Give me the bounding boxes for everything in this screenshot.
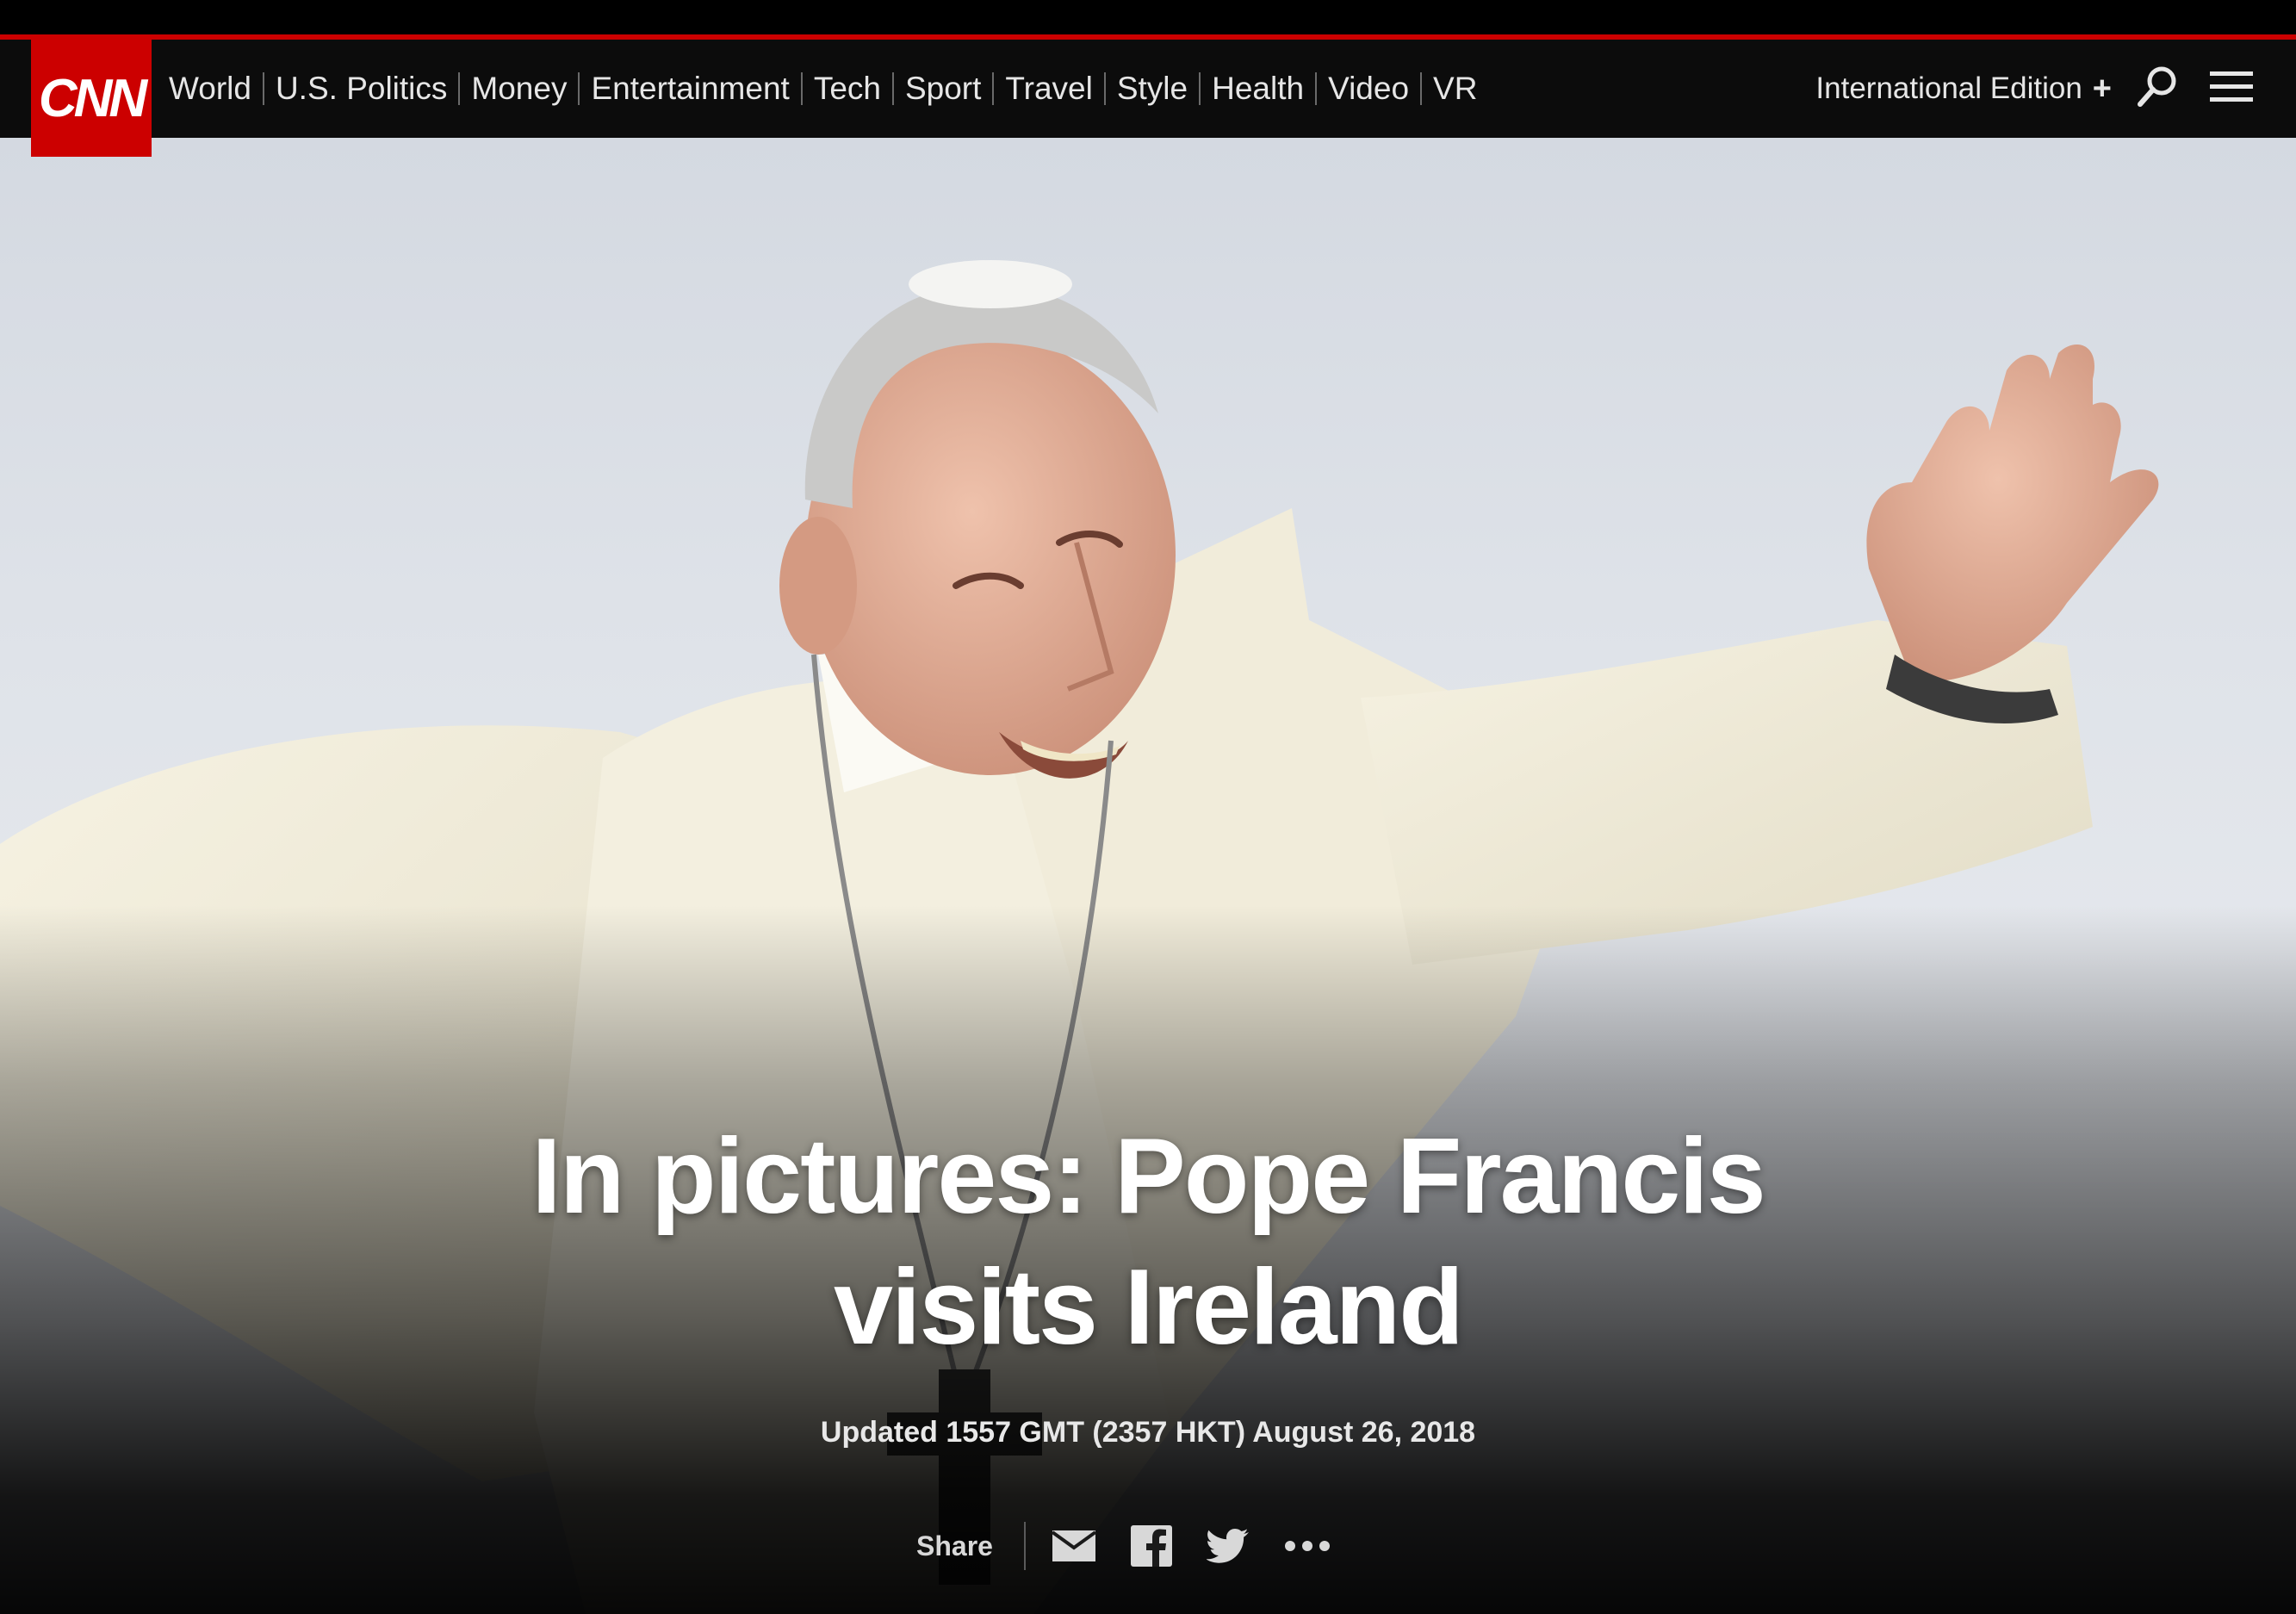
nav-item-sport[interactable]: Sport (905, 71, 981, 107)
cnn-logo[interactable]: CNN (31, 40, 152, 157)
nav-item-world[interactable]: World (169, 71, 251, 107)
nav-divider (578, 72, 580, 105)
main-nav: World U.S. Politics Money Entertainment … (169, 40, 1477, 138)
nav-divider (891, 72, 894, 105)
nav-divider (1420, 72, 1423, 105)
nav-item-money[interactable]: Money (471, 71, 567, 107)
nav-divider (458, 72, 461, 105)
nav-divider (992, 72, 995, 105)
edition-label: International Edition (1815, 71, 2082, 105)
edition-selector[interactable]: International Edition + (1815, 40, 2112, 138)
plus-icon: + (2092, 70, 2112, 107)
page: CNN World U.S. Politics Money Entertainm… (0, 0, 2296, 1614)
nav-item-style[interactable]: Style (1117, 71, 1188, 107)
nav-item-travel[interactable]: Travel (1005, 71, 1092, 107)
nav-divider (1103, 72, 1106, 105)
article-headline: In pictures: Pope Francis visits Ireland (287, 1111, 2009, 1373)
nav-item-us-politics[interactable]: U.S. Politics (276, 71, 447, 107)
nav-divider (1315, 72, 1318, 105)
headline-line-1: In pictures: Pope Francis (531, 1117, 1765, 1236)
hamburger-menu-icon[interactable] (2210, 69, 2253, 105)
email-icon[interactable] (1051, 1529, 1096, 1563)
nav-item-health[interactable]: Health (1212, 71, 1304, 107)
share-label: Share (916, 1530, 993, 1561)
nav-item-video[interactable]: Video (1328, 71, 1409, 107)
nav-item-tech[interactable]: Tech (814, 71, 881, 107)
more-icon[interactable] (1284, 1540, 1331, 1552)
headline-line-2: visits Ireland (833, 1248, 1464, 1367)
facebook-icon[interactable] (1130, 1525, 1172, 1567)
nav-divider (1199, 72, 1201, 105)
hero-gradient-overlay (0, 138, 2296, 1614)
share-divider (1023, 1522, 1026, 1570)
nav-divider (262, 72, 264, 105)
top-bar (0, 0, 2296, 34)
share-bar: Share (916, 1516, 1365, 1576)
search-icon[interactable] (2136, 64, 2181, 109)
hero-image (0, 138, 2296, 1614)
nav-item-entertainment[interactable]: Entertainment (591, 71, 789, 107)
twitter-icon[interactable] (1206, 1528, 1250, 1564)
updated-timestamp: Updated 1557 GMT (2357 HKT) August 26, 2… (820, 1416, 1476, 1449)
nav-divider (800, 72, 803, 105)
nav-item-vr[interactable]: VR (1433, 71, 1477, 107)
logo-text: CNN (38, 68, 147, 128)
